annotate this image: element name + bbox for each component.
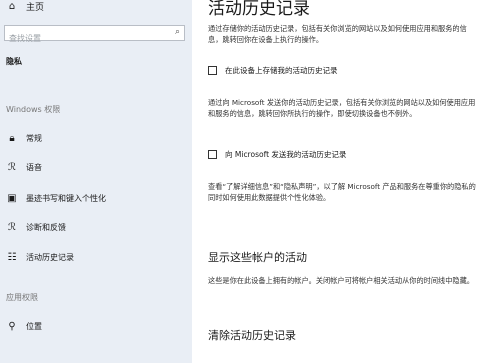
sidebar-item-general[interactable]: 🔒︎ 常规 (6, 133, 42, 144)
home-label: 主页 (26, 3, 45, 13)
checkbox-label: 在此设备上存储我的活动历史记录 (225, 66, 338, 75)
home-icon: ⌂ (8, 1, 16, 12)
location-icon: ⚲ (8, 321, 16, 332)
pen-keyboard-icon: ▣ (7, 193, 17, 204)
windows-permissions-heading: Windows 权限 (6, 105, 61, 114)
sidebar-item-inking-typing[interactable]: ▣ 墨迹书写和键入个性化 (6, 193, 106, 204)
settings-sidebar: ⌂ 主页 ⌕ 隐私 Windows 权限 🔒︎ 常规 ℛ 语音 ▣ 墨迹书写和键… (0, 0, 192, 363)
checkbox-box[interactable] (208, 150, 217, 159)
sidebar-item-label: 位置 (26, 322, 42, 331)
lock-icon: 🔒︎ (9, 133, 15, 144)
send-description: 通过向 Microsoft 发送你的活动历史记录，包括有关你浏览的网站以及如何使… (208, 98, 476, 118)
feedback-icon: ℛ (8, 222, 16, 233)
accounts-description: 这些是你在此设备上拥有的帐户。关闭帐户可将帐户相关活动从你的时间线中隐藏。 (208, 276, 474, 285)
main-content: 活动历史记录 通过存储你的活动历史记录，包括有关你浏览的网站以及如何使用应用和服… (192, 0, 478, 363)
timeline-icon: ☷ (7, 252, 17, 263)
sidebar-item-location[interactable]: ⚲ 位置 (6, 321, 42, 332)
page-title: 活动历史记录 (208, 0, 310, 19)
checkbox-label: 向 Microsoft 发送我的活动历史记录 (225, 150, 347, 159)
store-history-checkbox[interactable]: 在此设备上存储我的活动历史记录 (208, 65, 338, 76)
sidebar-item-diagnostics[interactable]: ℛ 诊断和反馈 (6, 222, 66, 233)
search-input[interactable] (5, 31, 169, 46)
sidebar-item-home[interactable]: ⌂ 主页 (6, 0, 44, 13)
intro-text: 通过存储你的活动历史记录，包括有关你浏览的网站以及如何使用应用和服务的信息，跳转… (208, 24, 467, 44)
search-box[interactable]: ⌕ (4, 25, 185, 46)
search-icon[interactable]: ⌕ (175, 27, 180, 37)
privacy-note: 查看“了解详细信息”和“隐私声明”，以了解 Microsoft 产品和服务在尊重… (208, 182, 476, 202)
checkbox-box[interactable] (208, 66, 217, 75)
sidebar-item-label: 墨迹书写和键入个性化 (26, 194, 106, 203)
sidebar-item-speech[interactable]: ℛ 语音 (6, 162, 42, 173)
app-permissions-heading: 应用权限 (6, 293, 38, 302)
sidebar-item-label: 常规 (26, 134, 42, 143)
speech-icon: ℛ (8, 162, 16, 173)
sidebar-item-label: 语音 (26, 163, 42, 172)
category-title: 隐私 (6, 57, 22, 66)
clear-history-heading: 清除活动历史记录 (208, 329, 296, 342)
accounts-heading: 显示这些帐户的活动 (208, 251, 307, 264)
send-history-checkbox[interactable]: 向 Microsoft 发送我的活动历史记录 (208, 149, 346, 160)
sidebar-item-activity-history[interactable]: ☷ 活动历史记录 (6, 252, 74, 263)
sidebar-item-label: 活动历史记录 (26, 253, 74, 262)
sidebar-item-label: 诊断和反馈 (26, 223, 66, 232)
